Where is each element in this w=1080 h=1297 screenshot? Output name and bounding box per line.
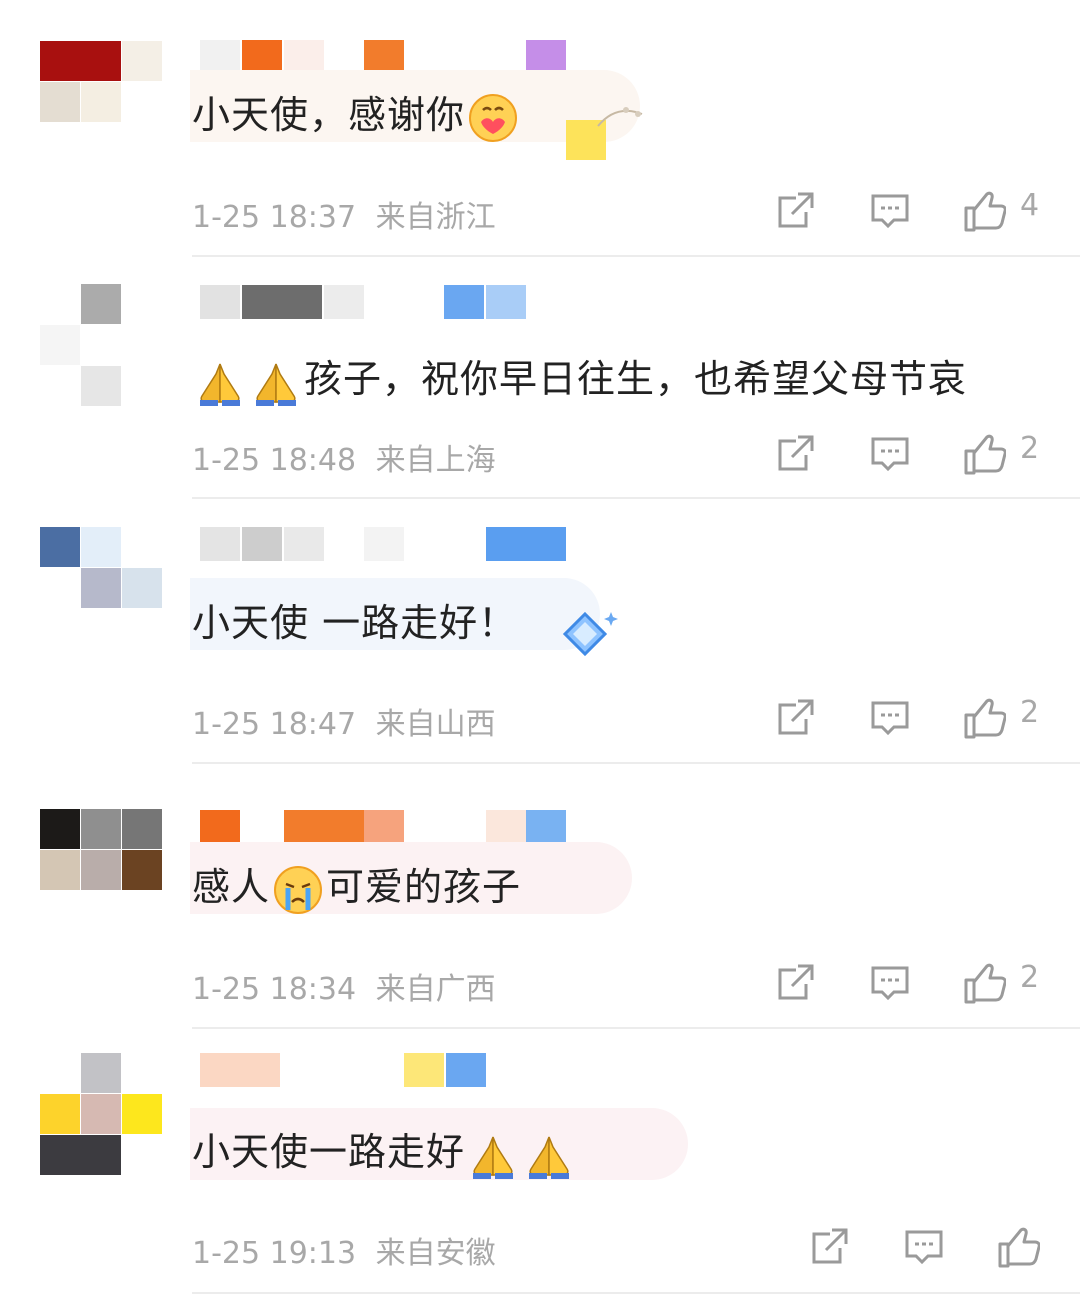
location: 来自安徽 — [375, 1236, 496, 1271]
share-icon[interactable] — [810, 1226, 850, 1266]
praying-hands-icon — [467, 1129, 519, 1181]
timestamp: 1-25 19:13 — [192, 1236, 357, 1271]
divider — [192, 1292, 1080, 1294]
praying-hands-icon — [523, 1129, 575, 1181]
comment-5: 小天使一路走好 1-25 19:13 来自安徽 — [0, 0, 1080, 1297]
thumbs-up-icon[interactable] — [996, 1226, 1040, 1268]
comment-meta: 1-25 19:13 来自安徽 — [192, 1228, 496, 1272]
comment-text: 小天使一路走好 — [192, 1121, 577, 1181]
avatar[interactable] — [40, 1053, 162, 1175]
reply-icon[interactable] — [904, 1226, 944, 1266]
username-pixelated[interactable] — [200, 1053, 600, 1087]
